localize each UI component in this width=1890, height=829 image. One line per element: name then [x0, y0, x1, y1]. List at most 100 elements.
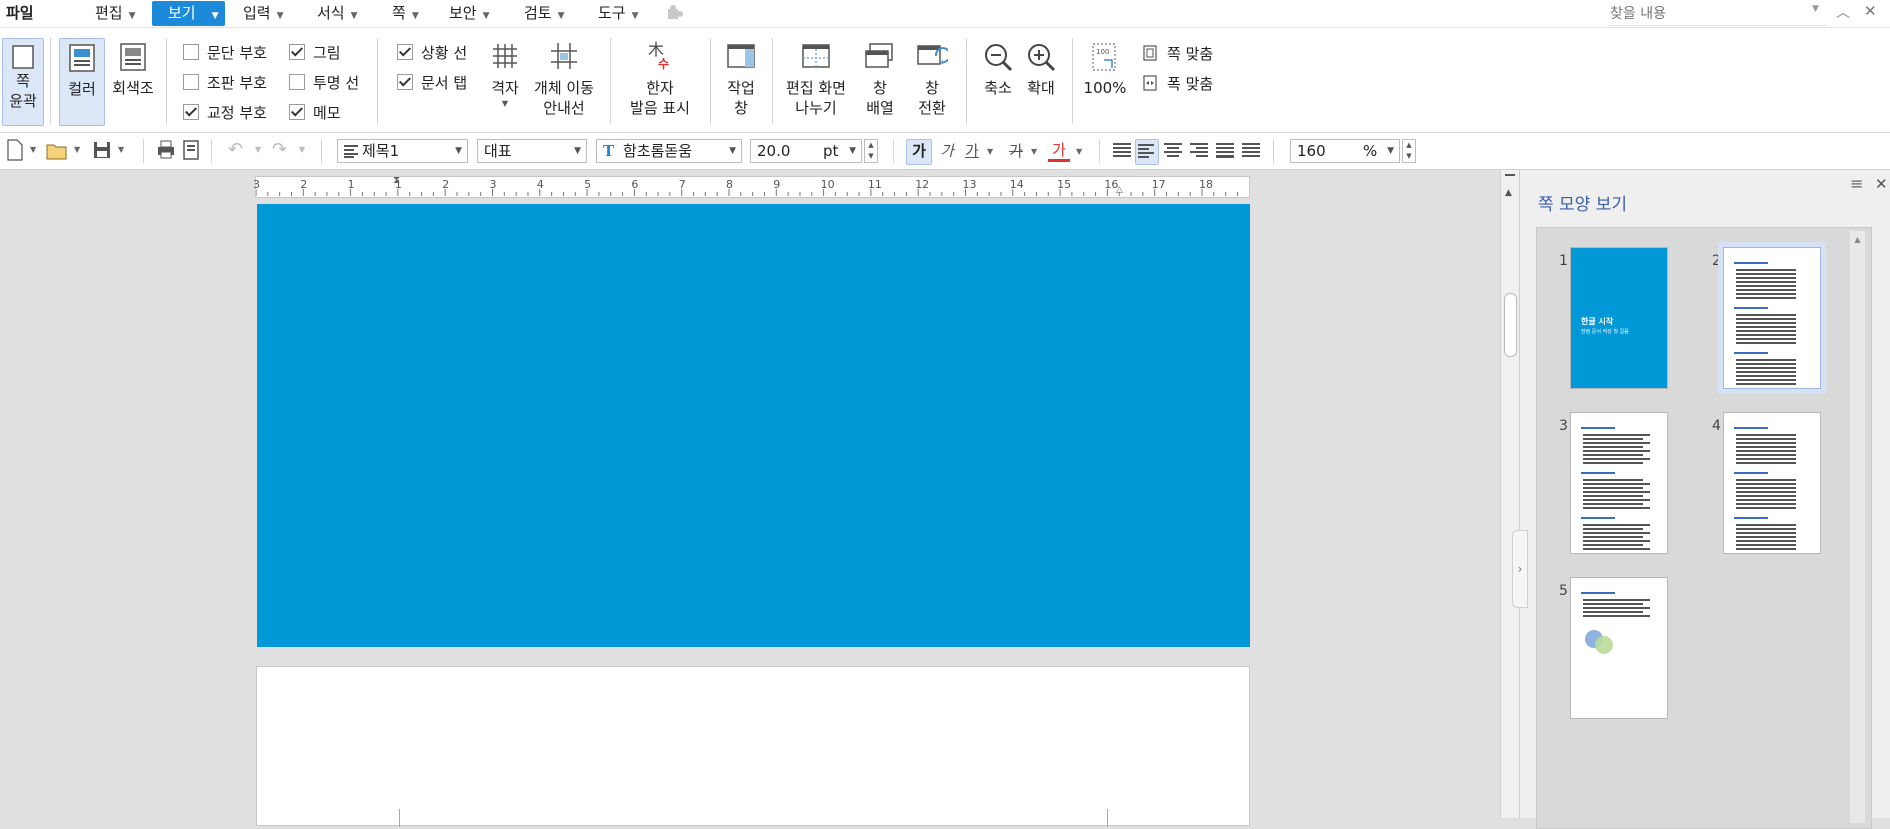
task-pane-button[interactable]: 작업 창: [718, 38, 764, 124]
document-page-2[interactable]: [256, 666, 1250, 827]
task-pane-icon: [727, 44, 755, 68]
color-doc-icon: [69, 44, 95, 72]
redo-icon[interactable]: ↷: [272, 139, 287, 163]
close-icon[interactable]: ✕: [1864, 2, 1877, 20]
object-guide-button[interactable]: 개체 이동 안내선: [530, 38, 598, 124]
zoom-stepper[interactable]: ▲ ▼: [1402, 139, 1416, 163]
doc-tab-checkbox[interactable]: 문서 탭: [397, 73, 467, 93]
menu-page[interactable]: 쪽 ▼: [392, 0, 419, 27]
proof-mark-checkbox[interactable]: 교정 부호: [183, 103, 267, 123]
panel-close-icon[interactable]: ✕: [1875, 175, 1888, 193]
font-color-dropdown-icon[interactable]: ▼: [1076, 147, 1082, 156]
transparent-line-checkbox[interactable]: 투명 선: [289, 73, 359, 93]
redo-dropdown-icon[interactable]: ▼: [299, 145, 305, 154]
font-size-stepper[interactable]: ▲ ▼: [864, 139, 878, 163]
split-align-icon[interactable]: [1241, 139, 1261, 163]
menu-review[interactable]: 검토 ▼: [524, 0, 565, 27]
menu-security[interactable]: 보안 ▼: [449, 0, 490, 27]
menu-view[interactable]: 보기 ▼: [152, 1, 225, 26]
new-doc-dropdown-icon[interactable]: ▼: [30, 145, 36, 154]
justify-icon[interactable]: [1112, 139, 1132, 163]
layout-mark-checkbox[interactable]: 조판 부호: [183, 73, 267, 93]
thumbnail-page-2[interactable]: [1718, 242, 1826, 394]
svg-text:100: 100: [1096, 48, 1109, 56]
format-toolbar: ▼ ▼ ▼ ↶ ▼ ↷ ▼ 제목1 ▼ 대표 ▼ T 함초롬돋움 ▼ 20.0 pt …: [0, 133, 1890, 170]
save-dropdown-icon[interactable]: ▼: [118, 145, 124, 154]
zoom-100-icon: 100: [1092, 43, 1116, 71]
undo-dropdown-icon[interactable]: ▼: [255, 145, 261, 154]
print-icon[interactable]: [156, 139, 176, 163]
menu-file[interactable]: 파일: [6, 0, 34, 27]
color-view-button[interactable]: 컬러: [59, 38, 105, 126]
thumbnail-scrollbar[interactable]: ▲: [1850, 231, 1865, 823]
open-folder-icon[interactable]: [46, 139, 68, 163]
thumbnail-page-1[interactable]: 한글 시작 한컴 문서 작성 첫 걸음: [1570, 247, 1668, 389]
zoom-select[interactable]: 160 % ▼: [1290, 139, 1400, 163]
scroll-up-icon[interactable]: ▲: [1505, 188, 1512, 198]
collapse-ribbon-icon[interactable]: ︿: [1836, 2, 1850, 22]
menu-tools[interactable]: 도구 ▼: [598, 0, 639, 27]
bold-button[interactable]: 가: [906, 139, 932, 165]
panel-menu-icon[interactable]: ≡: [1850, 174, 1863, 193]
object-guide-icon: [551, 43, 577, 69]
puzzle-icon[interactable]: [666, 5, 684, 21]
open-dropdown-icon[interactable]: ▼: [74, 145, 80, 154]
split-view-icon: [802, 44, 830, 68]
switch-window-icon: [917, 45, 948, 65]
split-view-button[interactable]: 편집 화면 나누기: [780, 38, 852, 124]
language-select[interactable]: 대표 ▼: [477, 139, 587, 163]
switch-window-button[interactable]: 창 전환: [909, 38, 955, 124]
zoom-100-button[interactable]: 100 100%: [1082, 38, 1128, 124]
search-input[interactable]: [1608, 3, 1827, 26]
zoom-out-button[interactable]: 축소: [978, 38, 1018, 124]
scroll-thumb[interactable]: [1504, 293, 1517, 357]
document-page-cover[interactable]: [257, 204, 1250, 647]
picture-checkbox[interactable]: 그림: [289, 43, 341, 63]
underline-button[interactable]: 가: [961, 139, 983, 163]
arrange-windows-button[interactable]: 창 배열: [857, 38, 903, 124]
menu-edit[interactable]: 편집 ▼: [95, 0, 136, 27]
circle-graphic-green: [1595, 636, 1613, 654]
panel-collapse-handle[interactable]: ›: [1512, 530, 1528, 608]
strike-dropdown-icon[interactable]: ▼: [1031, 147, 1037, 156]
indent-marker-right[interactable]: △: [1116, 185, 1123, 195]
font-select[interactable]: T 함초롬돋움 ▼: [596, 139, 742, 163]
fit-width-button[interactable]: 폭 맞춤: [1143, 74, 1213, 94]
document-scrollbar[interactable]: ▲: [1500, 170, 1519, 818]
horizontal-ruler[interactable]: 3 2 1 1 2 3 4 5 6 7 8 9 10 11 12 13 14 15 16 17 18 ⧗ △: [253, 175, 1250, 198]
preview-icon[interactable]: [182, 139, 200, 163]
scroll-top-icon[interactable]: [1505, 174, 1515, 176]
para-mark-checkbox[interactable]: 문단 부호: [183, 43, 267, 63]
align-left-button[interactable]: [1135, 139, 1159, 165]
thumb-scroll-up-icon[interactable]: ▲: [1850, 235, 1865, 244]
page-outline-button[interactable]: 쪽 윤곽: [2, 38, 44, 126]
hanja-pronunciation-button[interactable]: 木수 한자 발음 표시: [622, 38, 698, 124]
menu-insert[interactable]: 입력 ▼: [243, 0, 284, 27]
distribute-icon[interactable]: [1215, 139, 1235, 163]
zoom-in-button[interactable]: 확대: [1021, 38, 1061, 124]
thumbnail-page-4[interactable]: [1723, 412, 1821, 554]
undo-icon[interactable]: ↶: [228, 139, 243, 163]
fit-page-button[interactable]: 쪽 맞춤: [1143, 44, 1213, 64]
font-color-button[interactable]: 가: [1048, 139, 1070, 162]
search-dropdown-icon[interactable]: ▼: [1812, 4, 1819, 14]
status-line-checkbox[interactable]: 상황 선: [397, 43, 467, 63]
grayscale-view-button[interactable]: 회색조: [108, 38, 158, 124]
underline-dropdown-icon[interactable]: ▼: [987, 147, 993, 156]
italic-button[interactable]: 가: [936, 139, 958, 163]
new-doc-icon[interactable]: [6, 139, 24, 163]
thumbnail-page-3[interactable]: [1570, 412, 1668, 554]
grid-button[interactable]: 격자 ▼: [485, 38, 525, 124]
memo-checkbox[interactable]: 메모: [289, 103, 341, 123]
menu-format[interactable]: 서식 ▼: [317, 0, 358, 27]
align-right-icon[interactable]: [1189, 139, 1209, 163]
fit-width-icon: [1143, 75, 1157, 91]
align-center-icon[interactable]: [1163, 139, 1183, 163]
style-select[interactable]: 제목1 ▼: [337, 139, 468, 163]
strike-button[interactable]: 가: [1005, 139, 1027, 163]
save-icon[interactable]: [92, 139, 112, 163]
font-size-select[interactable]: 20.0 pt ▼: [750, 139, 862, 163]
indent-marker-left[interactable]: ⧗: [393, 175, 400, 186]
menu-bar: 파일 편집▼ 보기▼ 입력▼ 서식▼ 쪽▼ 보안▼ 검토▼ 도구▼ ▼ ︿ ✕: [0, 0, 1890, 28]
thumbnail-page-5[interactable]: [1570, 577, 1668, 719]
